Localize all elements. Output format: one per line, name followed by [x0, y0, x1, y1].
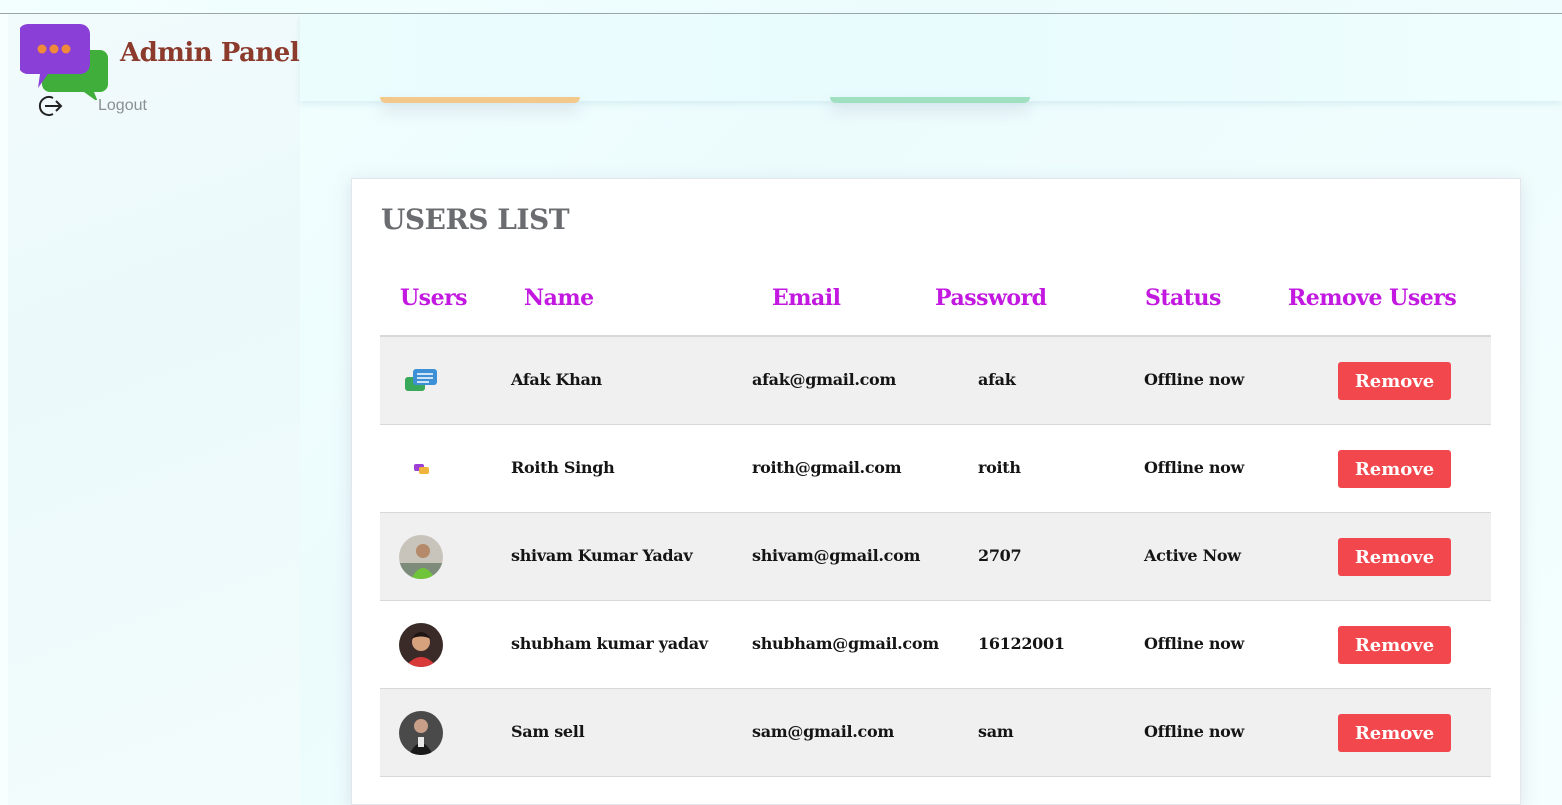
remove-user-button[interactable]: Remove	[1338, 362, 1451, 400]
summary-card-edge	[830, 97, 1030, 103]
chat-bubbles-icon	[399, 359, 443, 403]
top-header	[300, 14, 1562, 101]
user-status: Offline now	[1144, 722, 1245, 741]
user-avatar	[399, 623, 443, 667]
user-password: sam	[978, 722, 1014, 741]
user-email: shivam@gmail.com	[752, 546, 921, 565]
column-header-users: Users	[400, 285, 468, 311]
column-header-email: Email	[772, 285, 841, 311]
column-header-password: Password	[935, 285, 1047, 311]
remove-user-button[interactable]: Remove	[1338, 714, 1451, 752]
user-status: Offline now	[1144, 370, 1245, 389]
user-email: shubham@gmail.com	[752, 634, 939, 653]
sidebar	[0, 14, 300, 805]
user-avatar	[399, 535, 443, 579]
table-row: Sam sell sam@gmail.com sam Offline now R…	[380, 689, 1491, 777]
user-status: Offline now	[1144, 634, 1245, 653]
user-email: sam@gmail.com	[752, 722, 894, 741]
remove-user-button[interactable]: Remove	[1338, 450, 1451, 488]
summary-card-edge	[380, 97, 580, 103]
panel-title: USERS LIST	[381, 203, 570, 236]
user-password: 2707	[978, 546, 1022, 565]
brand-title: Admin Panel	[120, 38, 300, 68]
user-name: Roith Singh	[511, 458, 615, 477]
users-list-panel: USERS LIST Users Name Email Password Sta…	[351, 178, 1521, 805]
user-name: shubham kumar yadav	[511, 634, 708, 653]
user-status: Offline now	[1144, 458, 1245, 477]
table-row: shubham kumar yadav shubham@gmail.com 16…	[380, 601, 1491, 689]
chat-logo-icon	[18, 20, 112, 102]
table-row: shivam Kumar Yadav shivam@gmail.com 2707…	[380, 513, 1491, 601]
user-password: 16122001	[978, 634, 1065, 653]
table-row: Afak Khan afak@gmail.com afak Offline no…	[380, 337, 1491, 425]
column-header-status: Status	[1145, 285, 1221, 311]
logout-label: Logout	[98, 97, 147, 114]
table-header: Users Name Email Password Status Remove …	[380, 279, 1491, 337]
user-status: Active Now	[1144, 546, 1241, 565]
user-name: Sam sell	[511, 722, 585, 741]
user-name: shivam Kumar Yadav	[511, 546, 693, 565]
small-chat-icon	[399, 447, 443, 491]
logout-link[interactable]: Logout	[36, 92, 147, 120]
user-password: roith	[978, 458, 1021, 477]
user-name: Afak Khan	[511, 370, 602, 389]
user-password: afak	[978, 370, 1016, 389]
logout-icon	[36, 92, 64, 120]
remove-user-button[interactable]: Remove	[1338, 626, 1451, 664]
user-email: afak@gmail.com	[752, 370, 897, 389]
user-avatar	[399, 711, 443, 755]
column-header-name: Name	[524, 285, 594, 311]
table-row: Roith Singh roith@gmail.com roith Offlin…	[380, 425, 1491, 513]
remove-user-button[interactable]: Remove	[1338, 538, 1451, 576]
column-header-remove-users: Remove Users	[1288, 285, 1457, 311]
user-email: roith@gmail.com	[752, 458, 902, 477]
